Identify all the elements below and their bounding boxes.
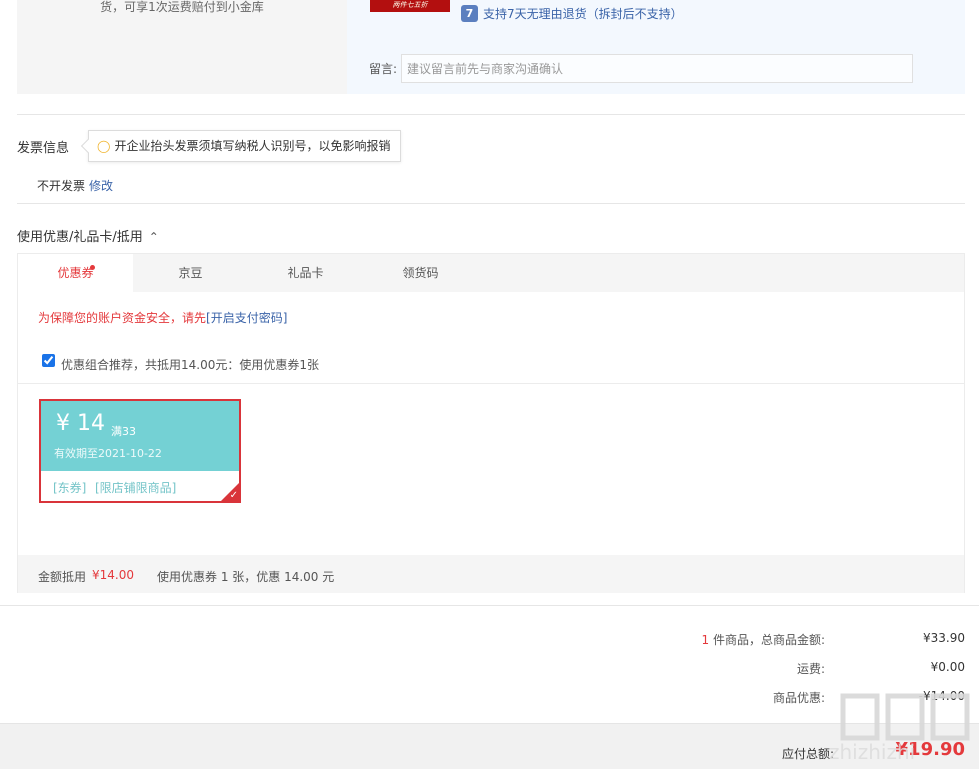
item-label: 件商品，总商品金额: xyxy=(712,633,825,647)
enable-pay-password-link[interactable]: [开启支付密码] xyxy=(206,311,287,325)
message-label: 留言: xyxy=(369,62,398,76)
coupon-panel: 优惠券 京豆 礼品卡 领货码 为保障您的账户资金安全，请先[开启支付密码] 优惠… xyxy=(17,253,965,593)
coupon-section-title: 使用优惠/礼品卡/抵用 xyxy=(17,230,143,245)
shipping-value: ¥0.00 xyxy=(930,660,965,674)
combo-recommend-text: 优惠组合推荐，共抵用14.00元：使用优惠券1张 xyxy=(61,358,319,372)
return-policy-icon: 7 xyxy=(461,5,478,22)
product-discount-label: 商品优惠: xyxy=(772,691,825,705)
combo-recommend-checkbox[interactable] xyxy=(42,354,55,367)
notification-dot xyxy=(90,265,95,270)
coupon-expiry: 有效期至2021-10-22 xyxy=(54,447,162,460)
invoice-tip: ◯ 开企业抬头发票须填写纳税人识别号，以免影响报销 xyxy=(88,130,402,162)
invoice-title: 发票信息 xyxy=(17,141,70,156)
item-total-label: 1 件商品，总商品金额: xyxy=(701,631,825,648)
message-input[interactable] xyxy=(401,54,913,83)
divider xyxy=(18,383,964,384)
item-count: 1 xyxy=(701,633,710,647)
discount-description: 使用优惠券 1 张，优惠 14.00 元 xyxy=(157,570,335,584)
security-text: 为保障您的账户资金安全，请先 xyxy=(38,311,207,325)
coupon-section-toggle[interactable]: 使用优惠/礼品卡/抵用 ⌃ xyxy=(17,226,159,245)
coupon-card[interactable]: ¥ 14 满33 有效期至2021-10-22 [东券] [限店铺限商品] ✓ xyxy=(39,399,241,503)
tab-coupons[interactable]: 优惠券 xyxy=(18,254,133,292)
tab-claim-code[interactable]: 领货码 xyxy=(363,254,478,292)
shipping-insurance-area: 货，可享1次运费赔付到小金库 xyxy=(17,0,347,94)
summary-row-items: 1 件商品，总商品金额: ¥33.90 xyxy=(465,631,965,647)
item-total-value: ¥33.90 xyxy=(923,631,965,645)
divider xyxy=(17,203,965,204)
discount-label: 金额抵用 xyxy=(38,570,87,584)
invoice-tip-text: 开企业抬头发票须填写纳税人识别号，以免影响报销 xyxy=(114,139,391,153)
divider xyxy=(17,114,965,115)
tab-jingdou[interactable]: 京豆 xyxy=(133,254,248,292)
coupon-card-header: ¥ 14 满33 有效期至2021-10-22 xyxy=(41,401,239,471)
coupon-condition: 满33 xyxy=(111,425,136,438)
coupon-scope-tag: [限店铺限商品] xyxy=(95,481,177,495)
check-icon: ✓ xyxy=(229,490,238,501)
lightbulb-icon: ◯ xyxy=(97,139,111,153)
watermark-logo xyxy=(840,693,970,741)
divider xyxy=(0,605,979,606)
shipping-label: 运费: xyxy=(796,662,825,676)
payable-label: 应付总额: xyxy=(781,747,834,761)
summary-row-shipping: 运费: ¥0.00 xyxy=(465,660,965,676)
chevron-up-icon: ⌃ xyxy=(148,230,159,244)
security-notice: 为保障您的账户资金安全，请先[开启支付密码] xyxy=(38,309,287,326)
tab-label: 优惠券 xyxy=(57,266,94,280)
return-policy-text: 支持7天无理由退货（拆封后不支持） xyxy=(483,7,683,21)
coupon-tabs: 优惠券 京豆 礼品卡 领货码 xyxy=(18,254,964,292)
coupon-type-tag: [东券] xyxy=(53,481,87,495)
discount-amount: ¥14.00 xyxy=(92,568,134,582)
coupon-summary-bar: 金额抵用 ¥14.00 使用优惠券 1 张，优惠 14.00 元 xyxy=(18,555,964,593)
promo-banner: 两件七五折 xyxy=(370,0,450,12)
shipping-note: 货，可享1次运费赔付到小金库 xyxy=(100,0,264,14)
coupon-amount: ¥ 14 xyxy=(56,411,105,436)
invoice-status: 不开发票 xyxy=(37,179,86,193)
watermark-text: zhizhizhi xyxy=(829,740,916,764)
invoice-edit-link[interactable]: 修改 xyxy=(89,177,113,194)
tab-gift-card[interactable]: 礼品卡 xyxy=(248,254,363,292)
